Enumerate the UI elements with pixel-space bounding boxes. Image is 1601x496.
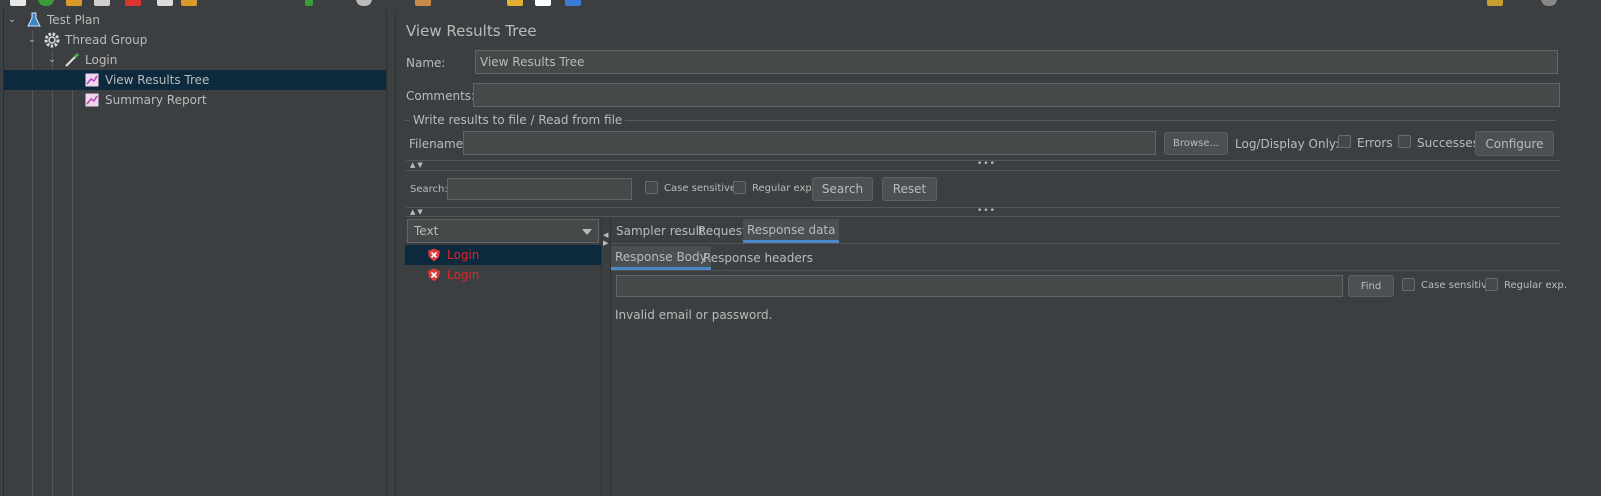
toolbar <box>0 0 1601 8</box>
sample-result-list: Login Login <box>405 245 601 496</box>
tree-item-label: View Results Tree <box>105 73 210 87</box>
divider <box>611 243 1560 244</box>
tree-item-test-plan[interactable]: ⌄ Test Plan <box>4 10 387 30</box>
case-sensitive-label: Case sensitive <box>664 183 737 194</box>
flask-icon <box>26 12 42 28</box>
regular-exp-checkbox[interactable] <box>733 181 746 194</box>
tree-item-login[interactable]: ⌄ Login <box>4 50 387 70</box>
chart-icon <box>84 92 100 108</box>
browse-button[interactable]: Browse... <box>1164 132 1228 155</box>
successes-label: Successes <box>1417 136 1479 150</box>
cut-icon[interactable] <box>125 0 141 6</box>
divider <box>406 170 1560 171</box>
tree-item-label: Summary Report <box>105 93 207 107</box>
copy-icon[interactable] <box>157 0 173 6</box>
collapse-arrows-icon[interactable]: ▲▼ <box>410 208 425 216</box>
list-item[interactable]: Login <box>405 245 601 265</box>
find-regular-exp-label: Regular exp. <box>1504 280 1567 291</box>
list-item[interactable]: Login <box>405 265 601 285</box>
successes-checkbox[interactable] <box>1398 135 1411 148</box>
reset-button[interactable]: Reset <box>882 177 937 201</box>
search-button[interactable]: Search <box>812 177 873 201</box>
splitter-handle-icon[interactable]: ••• <box>977 206 996 216</box>
chevron-down-icon <box>582 229 592 235</box>
filename-field[interactable] <box>463 131 1156 155</box>
clear-icon[interactable] <box>415 0 431 6</box>
find-regular-exp-checkbox[interactable] <box>1485 278 1498 291</box>
find-case-sensitive-label: Case sensitive <box>1421 280 1494 291</box>
find-case-sensitive-checkbox[interactable] <box>1402 278 1415 291</box>
tab-response-data[interactable]: Response data <box>743 219 840 243</box>
tab-response-headers[interactable]: Response headers <box>699 246 817 270</box>
templates-icon[interactable] <box>38 0 54 6</box>
gear-icon <box>44 32 60 48</box>
threads-indicator-icon <box>1541 0 1557 6</box>
comments-label: Comments: <box>406 89 476 103</box>
tree-item-label: Test Plan <box>47 13 100 27</box>
tree-item-summary-report[interactable]: Summary Report <box>4 90 387 110</box>
errors-checkbox[interactable] <box>1338 135 1351 148</box>
name-field[interactable]: View Results Tree <box>475 50 1558 74</box>
stop-icon[interactable] <box>356 0 372 6</box>
list-item-label: Login <box>447 268 480 282</box>
new-icon[interactable] <box>10 0 26 6</box>
tree-item-label: Login <box>85 53 118 67</box>
regular-exp-label: Regular exp. <box>752 183 815 194</box>
renderer-select[interactable]: Text <box>407 219 599 243</box>
page-title: View Results Tree <box>406 22 537 40</box>
find-input[interactable] <box>616 275 1343 297</box>
collapse-arrows-icon[interactable]: ▲▼ <box>410 161 425 169</box>
test-plan-tree: ⌄ Test Plan ⌄ Thread Group ⌄ Login View … <box>3 10 387 496</box>
tree-item-label: Thread Group <box>65 33 148 47</box>
error-shield-icon <box>427 268 441 282</box>
view-results-tree-panel: View Results Tree Name: View Results Tre… <box>396 10 1601 496</box>
help-icon[interactable] <box>565 0 581 6</box>
start-icon[interactable] <box>305 0 313 6</box>
tree-splitter[interactable] <box>386 10 396 496</box>
paste-icon[interactable] <box>181 0 197 6</box>
chevron-down-icon[interactable]: ⌄ <box>6 14 18 26</box>
function-helper-icon[interactable] <box>535 0 551 6</box>
errors-label: Errors <box>1357 136 1393 150</box>
chevron-down-icon[interactable]: ⌄ <box>46 54 58 66</box>
open-icon[interactable] <box>66 0 82 6</box>
splitter-handle-icon[interactable]: ••• <box>977 159 996 169</box>
results-splitter[interactable]: ◀ ▶ <box>601 219 611 496</box>
save-icon[interactable] <box>94 0 110 6</box>
chart-icon <box>84 72 100 88</box>
tree-item-view-results-tree[interactable]: View Results Tree <box>4 70 387 90</box>
warning-icon[interactable] <box>1487 0 1503 6</box>
divider <box>611 270 1560 271</box>
search-input[interactable] <box>447 178 632 200</box>
filename-label: Filename <box>409 137 464 151</box>
find-button[interactable]: Find <box>1348 275 1394 297</box>
collapse-arrows-icon[interactable]: ◀ ▶ <box>603 231 608 247</box>
list-item-label: Login <box>447 248 480 262</box>
search-tool-icon[interactable] <box>507 0 523 6</box>
pipette-icon <box>64 52 80 68</box>
configure-button[interactable]: Configure <box>1475 131 1554 156</box>
divider <box>406 216 1560 217</box>
log-display-label: Log/Display Only: <box>1235 137 1340 151</box>
renderer-value: Text <box>414 224 439 238</box>
tree-item-thread-group[interactable]: ⌄ Thread Group <box>4 30 387 50</box>
error-shield-icon <box>427 248 441 262</box>
comments-field[interactable] <box>473 83 1560 107</box>
search-label: Search: <box>410 184 448 195</box>
response-body-text: Invalid email or password. <box>615 308 773 322</box>
name-label: Name: <box>406 56 446 70</box>
case-sensitive-checkbox[interactable] <box>645 181 658 194</box>
chevron-down-icon[interactable]: ⌄ <box>26 34 38 46</box>
group-title: Write results to file / Read from file <box>410 113 626 127</box>
tab-response-body[interactable]: Response Body <box>611 246 711 270</box>
